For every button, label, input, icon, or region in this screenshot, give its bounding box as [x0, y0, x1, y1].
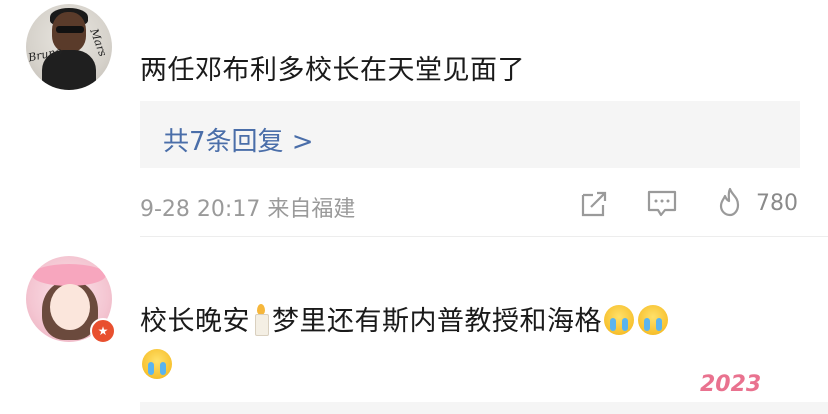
crying-emoji-icon — [638, 305, 668, 335]
share-icon[interactable] — [579, 189, 609, 219]
divider — [140, 236, 828, 237]
comment-text-part2: 梦里还有斯内普教授和海格 — [272, 306, 602, 337]
comment-text: 两任邓布利多校长在天堂见面了 — [140, 55, 525, 86]
comment-meta: 9-28 20:17 来自福建 — [140, 197, 356, 222]
candle-emoji-icon — [254, 304, 269, 336]
star-badge-icon: ★ — [90, 318, 116, 344]
crying-emoji-icon — [142, 349, 172, 379]
sunglasses-icon — [56, 26, 84, 33]
like-flame-icon[interactable] — [716, 186, 744, 218]
avatar[interactable]: Bruno Mars — [26, 4, 112, 90]
comment-bottom-strip — [140, 402, 828, 414]
avatar-bow — [32, 264, 106, 286]
comment-text-part1: 校长晚安 — [140, 306, 250, 337]
avatar-text-mars: Mars — [87, 26, 110, 59]
crying-emoji-icon — [604, 305, 634, 335]
avatar-face — [50, 284, 90, 330]
like-count: 780 — [756, 191, 798, 216]
comment-text: 校长晚安 梦里还有斯内普教授和海格 — [140, 300, 780, 388]
sticker-2023: 2023 — [700, 372, 762, 397]
view-replies-link[interactable]: 共7条回复 > — [163, 121, 314, 158]
comment-icon[interactable] — [646, 188, 678, 220]
